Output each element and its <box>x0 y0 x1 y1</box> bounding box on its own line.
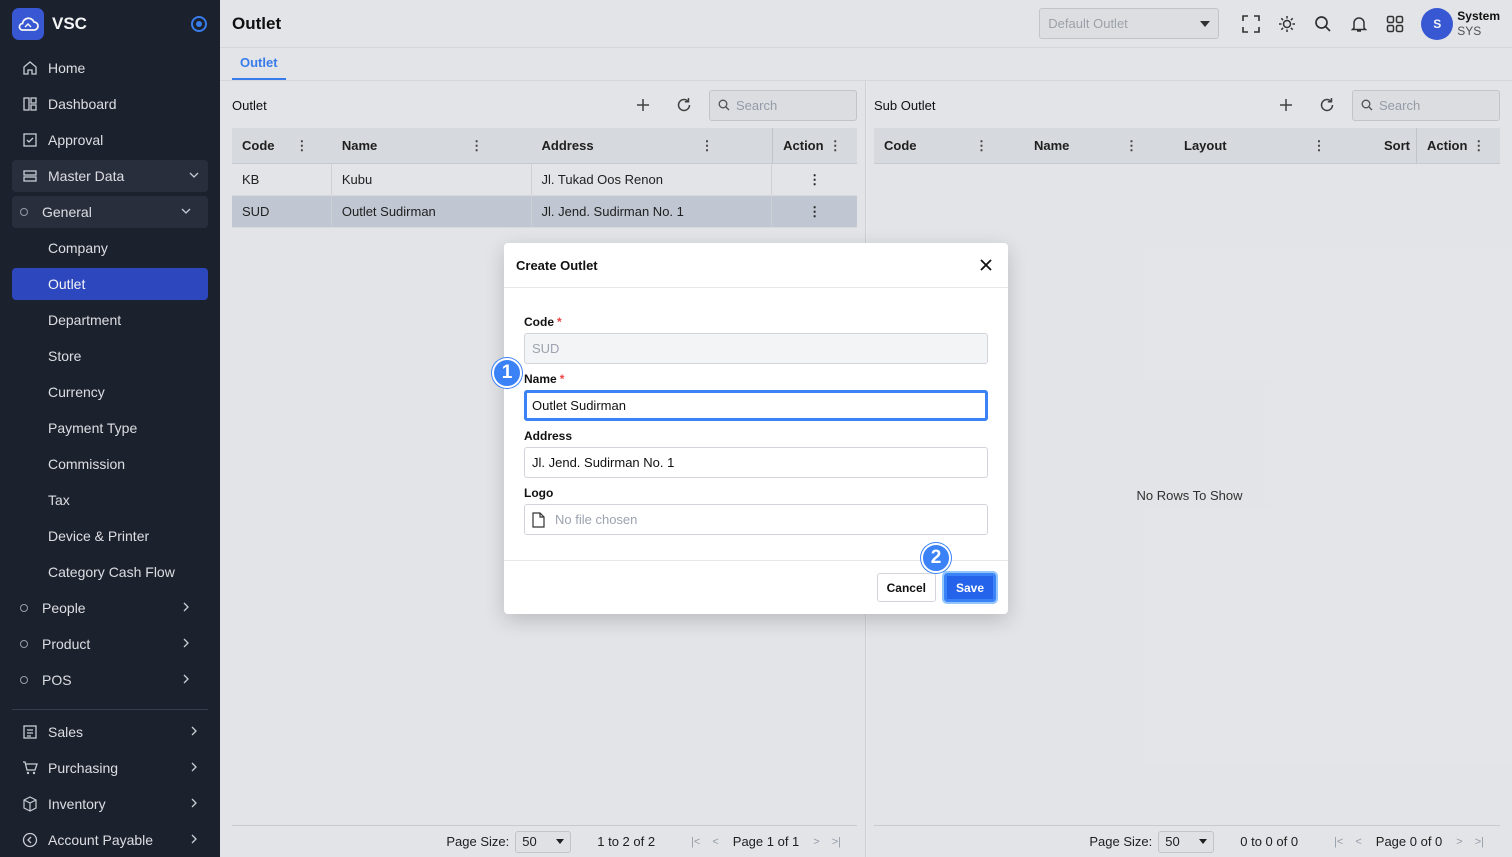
cancel-button[interactable]: Cancel <box>876 573 936 602</box>
step-marker-2: 2 <box>921 543 951 573</box>
address-field[interactable]: Jl. Jend. Sudirman No. 1 <box>524 447 988 478</box>
logo-file-input[interactable]: No file chosen <box>524 504 988 535</box>
save-button[interactable]: Save <box>941 571 999 604</box>
code-field: SUD <box>524 333 988 364</box>
step-marker-1: 1 <box>492 358 522 388</box>
close-icon[interactable] <box>976 255 996 275</box>
file-icon <box>532 511 545 528</box>
code-label: Code * <box>524 315 562 329</box>
name-label: Name * <box>524 372 565 386</box>
address-label: Address <box>524 429 573 443</box>
name-field[interactable]: Outlet Sudirman <box>524 390 988 421</box>
logo-label: Logo <box>524 486 554 500</box>
dialog-title: Create Outlet <box>516 257 598 273</box>
